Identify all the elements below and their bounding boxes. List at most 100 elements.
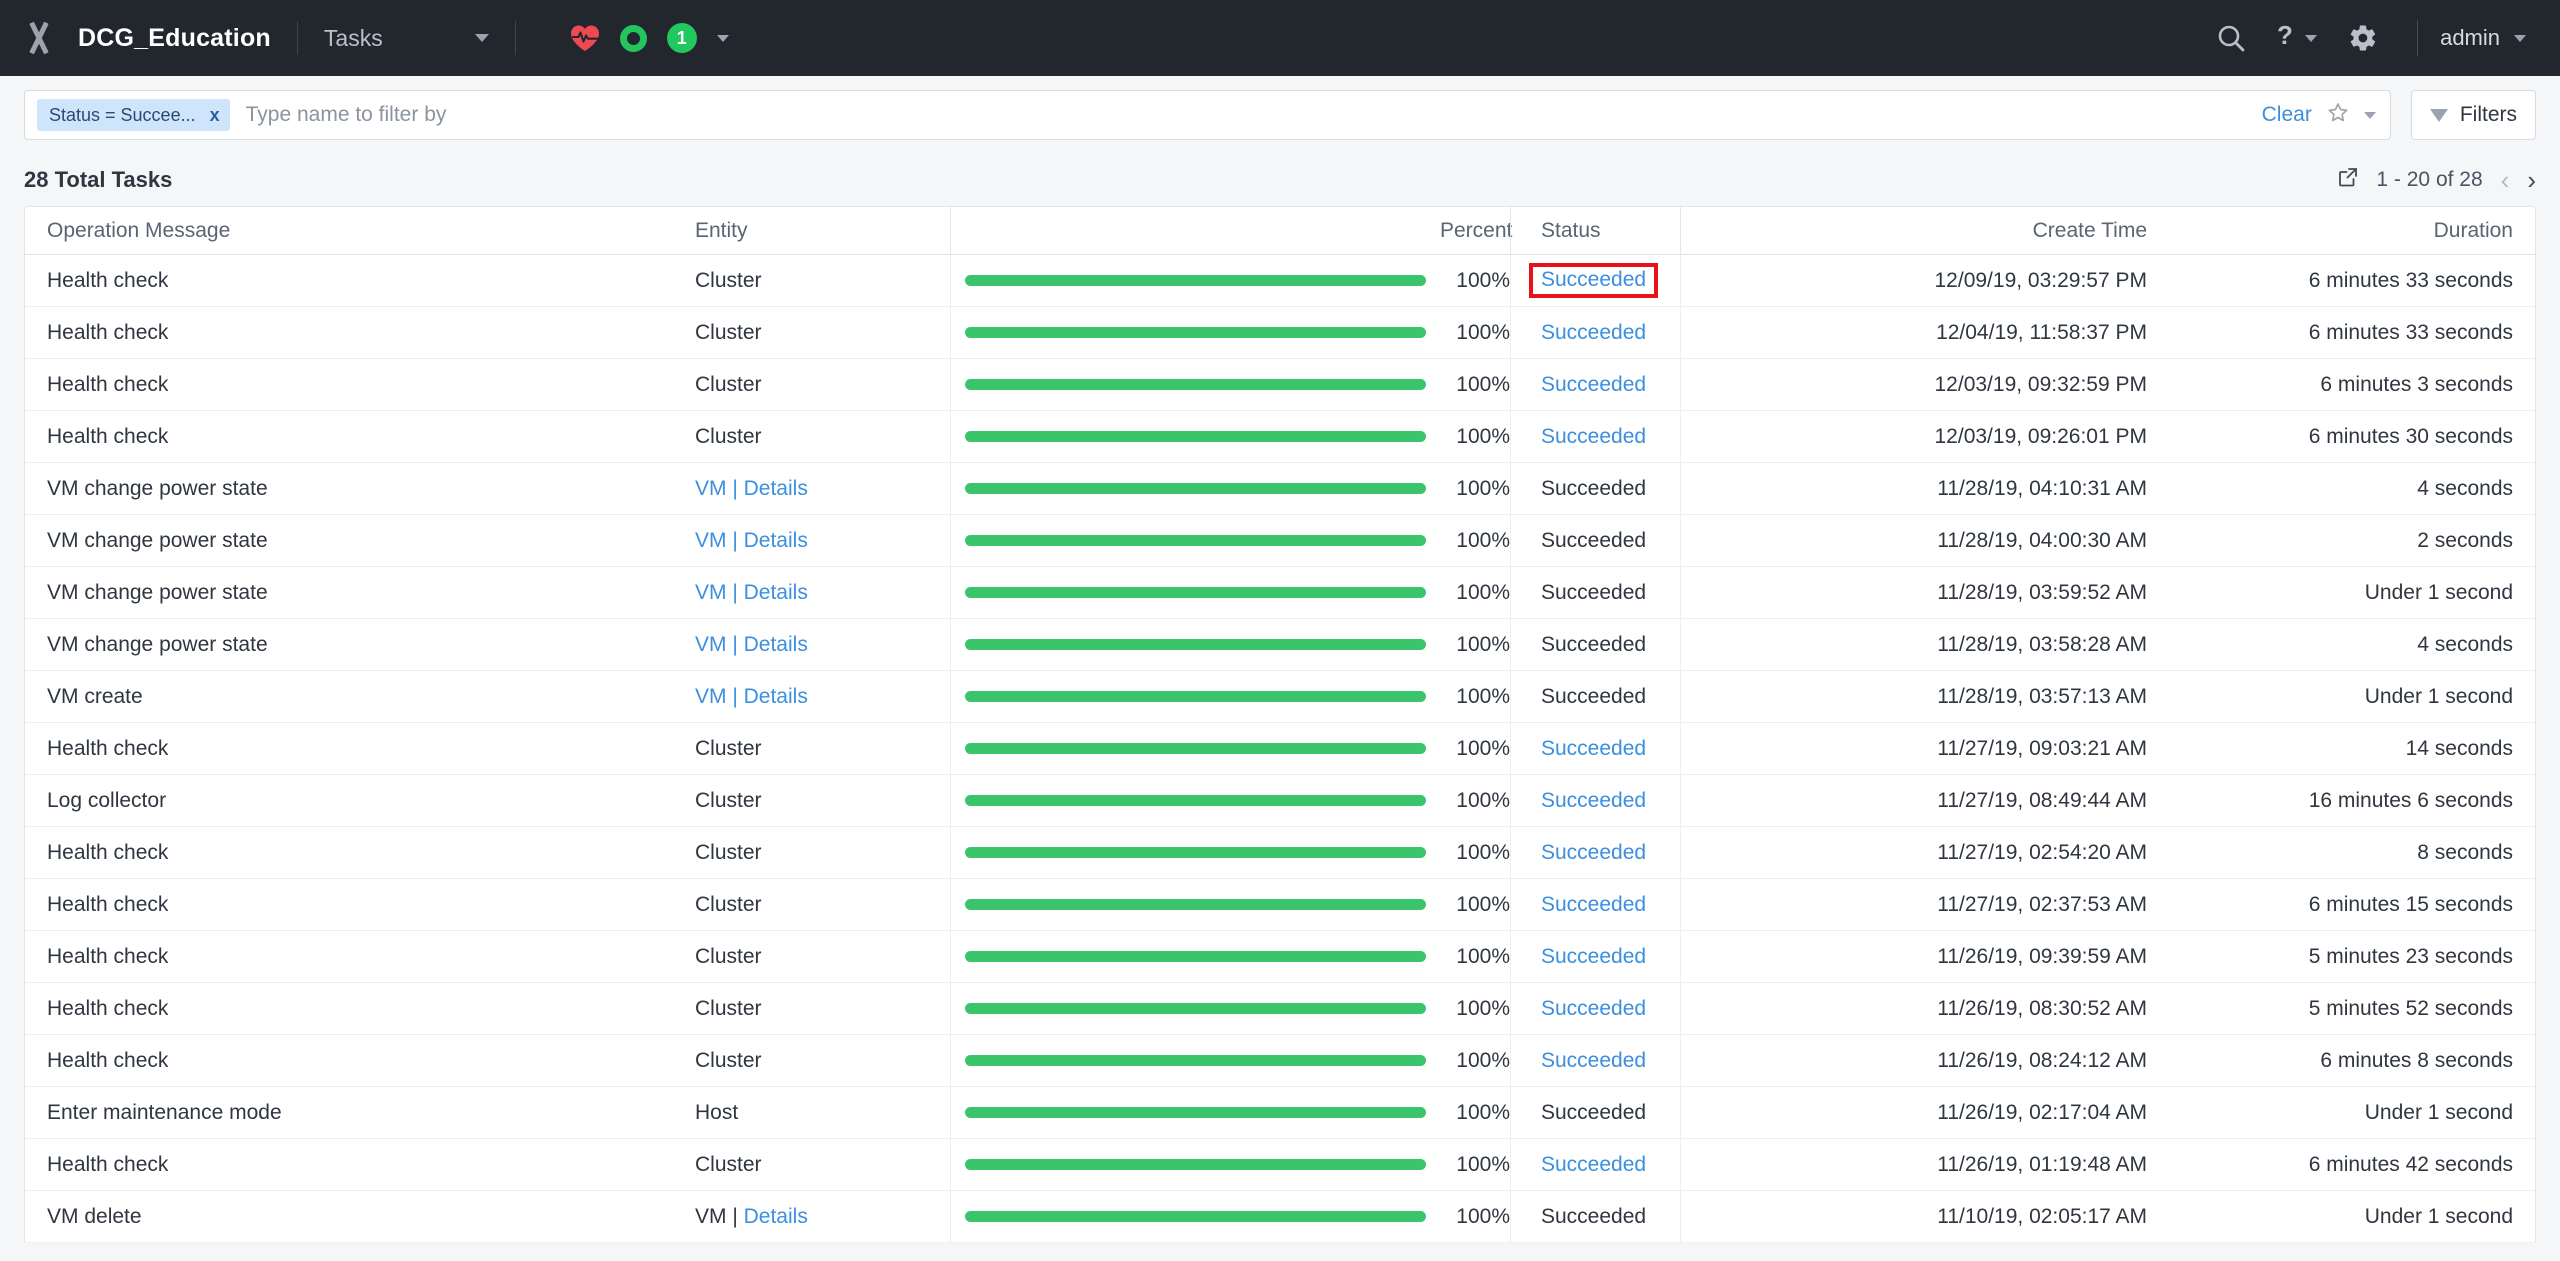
cell-status: Succeeded (1510, 307, 1680, 358)
alert-count-badge[interactable]: 1 (666, 23, 697, 53)
column-header-percent[interactable]: Percent (1440, 219, 1512, 243)
table-row[interactable]: VM delete VM | Details 100% Succeeded 11/10/… (25, 1191, 2535, 1243)
table-row[interactable]: VM change power state VM | Details 100% Suc… (25, 567, 2535, 619)
progress-bar (965, 327, 1426, 338)
status-label[interactable]: Succeeded (1541, 737, 1646, 761)
status-link-highlighted[interactable]: Succeeded (1529, 263, 1659, 298)
cell-operation-message: VM create (47, 684, 143, 708)
cell-create-time: 11/26/19, 08:30:52 AM (1680, 983, 2175, 1034)
table-row[interactable]: Health check Cluster 100% Succeeded 12/03/19… (25, 359, 2535, 411)
cell-operation-message: VM change power state (47, 476, 268, 500)
status-label[interactable]: Succeeded (1541, 841, 1646, 865)
status-label[interactable]: Succeeded (1541, 1153, 1646, 1177)
cell-progress (950, 983, 1440, 1034)
export-icon[interactable] (2338, 167, 2358, 193)
entity-name-label[interactable]: VM (695, 477, 727, 500)
cell-percent: 100% (1456, 528, 1510, 552)
filter-input-container[interactable]: Status = Succee... x Type name to filter… (24, 90, 2391, 140)
cell-percent: 100% (1456, 632, 1510, 656)
remove-filter-icon[interactable]: x (210, 105, 220, 126)
nav-divider-2 (514, 21, 516, 55)
table-row[interactable]: Health check Cluster 100% Succeeded 12/03/19… (25, 411, 2535, 463)
cell-duration: 6 minutes 15 seconds (2308, 892, 2513, 916)
status-label[interactable]: Succeeded (1541, 373, 1646, 397)
entity-details-link[interactable]: Details (744, 685, 808, 708)
status-label[interactable]: Succeeded (1541, 893, 1646, 917)
help-menu[interactable]: ? (2263, 0, 2331, 76)
user-menu[interactable]: admin (2440, 25, 2532, 51)
filter-input-placeholder[interactable]: Type name to filter by (246, 103, 447, 127)
entity-details-link[interactable]: Details (744, 529, 808, 552)
cell-create-time: 11/27/19, 02:37:53 AM (1680, 879, 2175, 930)
entity-separator: | (726, 580, 744, 604)
cell-status: Succeeded (1510, 671, 1680, 722)
table-row[interactable]: Health check Cluster 100% Succeeded 11/26/19… (25, 983, 2535, 1035)
entity-details-link[interactable]: Details (744, 633, 808, 656)
entity-name-label[interactable]: VM (695, 633, 727, 656)
status-label[interactable]: Succeeded (1541, 321, 1646, 345)
entity-separator: | (726, 632, 744, 656)
table-row[interactable]: Health check Cluster 100% Succeeded 11/26/19… (25, 1139, 2535, 1191)
svg-text:?: ? (2277, 21, 2293, 50)
filters-button[interactable]: Filters (2410, 90, 2536, 140)
cell-duration: 8 seconds (2417, 840, 2513, 864)
x-logo-icon[interactable] (22, 21, 56, 55)
status-label[interactable]: Succeeded (1541, 945, 1646, 969)
table-row[interactable]: VM change power state VM | Details 100% Suc… (25, 463, 2535, 515)
status-label[interactable]: Succeeded (1541, 425, 1646, 449)
entity-details-link[interactable]: Details (744, 581, 808, 604)
entity-name-label[interactable]: VM (695, 581, 727, 604)
status-label[interactable]: Succeeded (1541, 789, 1646, 813)
entity-name-label[interactable]: VM (695, 685, 727, 708)
chevron-down-icon-health[interactable] (716, 34, 729, 42)
page-selector-dropdown[interactable]: Tasks (324, 25, 489, 52)
cell-operation-message: VM change power state (47, 580, 268, 604)
column-header-status[interactable]: Status (1510, 207, 1680, 254)
cell-progress (950, 671, 1440, 722)
gear-icon[interactable] (2331, 0, 2395, 76)
heart-pulse-icon[interactable] (570, 24, 600, 52)
cell-duration: Under 1 second (2364, 1100, 2513, 1124)
progress-bar (965, 431, 1426, 442)
entity-details-link[interactable]: Details (744, 477, 808, 500)
table-row[interactable]: Log collector Cluster 100% Succeeded 11/27/1… (25, 775, 2535, 827)
cell-percent: 100% (1456, 1100, 1510, 1124)
cell-duration: 2 seconds (2417, 528, 2513, 552)
column-header-entity[interactable]: Entity (695, 219, 950, 243)
table-row[interactable]: Health check Cluster 100% Succeeded 12/04/19… (25, 307, 2535, 359)
progress-bar (965, 639, 1426, 650)
chevron-left-icon[interactable]: ‹ (2501, 167, 2510, 193)
table-row[interactable]: Health check Cluster 100% Succeeded 11/27/19… (25, 723, 2535, 775)
status-label[interactable]: Succeeded (1541, 997, 1646, 1021)
table-row[interactable]: Health check Cluster 100% Succeeded 11/27/19… (25, 827, 2535, 879)
star-icon[interactable] (2326, 101, 2350, 130)
cell-create-time: 11/28/19, 04:00:30 AM (1680, 515, 2175, 566)
column-header-duration[interactable]: Duration (2175, 207, 2535, 254)
search-icon[interactable] (2199, 0, 2263, 76)
column-header-operation[interactable]: Operation Message (25, 219, 695, 243)
table-row[interactable]: Health check Cluster 100% Succeeded 11/27/19… (25, 879, 2535, 931)
chevron-down-icon-saved-filters[interactable] (2363, 111, 2376, 119)
cell-duration: 6 minutes 3 seconds (2320, 372, 2513, 396)
status-label[interactable]: Succeeded (1541, 1049, 1646, 1073)
table-row[interactable]: Enter maintenance mode Host 100% Succeeded 1… (25, 1087, 2535, 1139)
health-ring-icon[interactable] (619, 24, 647, 52)
active-filter-chip[interactable]: Status = Succee... x (37, 99, 230, 131)
table-row[interactable]: VM change power state VM | Details 100% Suc… (25, 619, 2535, 671)
chevron-right-icon[interactable]: › (2527, 167, 2536, 193)
table-row[interactable]: VM create VM | Details 100% Succeeded 11/28/… (25, 671, 2535, 723)
entity-details-link[interactable]: Details (744, 1205, 808, 1228)
cell-create-time: 12/03/19, 09:26:01 PM (1680, 411, 2175, 462)
clear-filters-button[interactable]: Clear (2262, 103, 2312, 127)
cell-create-time: 11/28/19, 04:10:31 AM (1680, 463, 2175, 514)
cell-create-time: 12/03/19, 09:32:59 PM (1680, 359, 2175, 410)
table-row[interactable]: Health check Cluster 100% Succeeded 12/09/19… (25, 255, 2535, 307)
status-label: Succeeded (1541, 580, 1647, 604)
progress-bar (965, 1107, 1426, 1118)
cell-progress (950, 775, 1440, 826)
entity-name-label[interactable]: VM (695, 529, 727, 552)
table-row[interactable]: VM change power state VM | Details 100% Suc… (25, 515, 2535, 567)
column-header-create-time[interactable]: Create Time (1680, 207, 2175, 254)
table-row[interactable]: Health check Cluster 100% Succeeded 11/26/19… (25, 931, 2535, 983)
table-row[interactable]: Health check Cluster 100% Succeeded 11/26/19… (25, 1035, 2535, 1087)
